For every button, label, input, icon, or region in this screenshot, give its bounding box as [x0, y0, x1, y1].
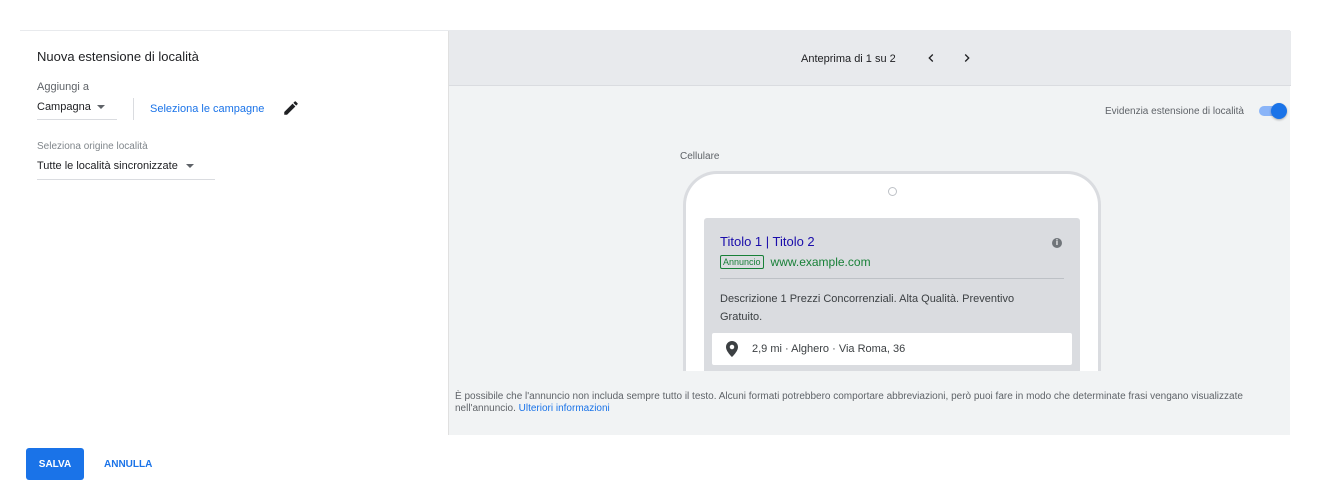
ad-url-row: Annuncio www.example.com — [720, 255, 871, 269]
toggle-thumb — [1271, 103, 1287, 119]
device-label: Cellulare — [680, 151, 720, 162]
panel-title: Nuova estensione di località — [37, 49, 199, 64]
dropdown-arrow-icon — [96, 105, 105, 109]
ad-headline: Titolo 1 | Titolo 2 — [720, 234, 815, 249]
location-extension-editor: Nuova estensione di località Aggiungi a … — [20, 30, 1291, 435]
add-to-label: Aggiungi a — [37, 81, 89, 93]
location-extension: 2,9 mi · Alghero · Via Roma, 36 — [712, 333, 1072, 365]
origin-select[interactable]: Tutte le località sincronizzate — [37, 160, 215, 180]
chevron-right-icon[interactable] — [959, 50, 975, 66]
ad-badge: Annuncio — [720, 255, 764, 269]
location-text: 2,9 mi · Alghero · Via Roma, 36 — [752, 343, 906, 355]
ad-divider — [720, 278, 1064, 279]
divider — [133, 98, 134, 120]
camera-icon — [888, 187, 897, 196]
phone-mockup: Titolo 1 | Titolo 2 i Annuncio www.examp… — [683, 171, 1101, 371]
highlight-toggle-label: Evidenzia estensione di località — [1105, 106, 1244, 117]
ad-preview: Titolo 1 | Titolo 2 i Annuncio www.examp… — [704, 218, 1080, 371]
save-button[interactable]: SALVA — [26, 448, 84, 480]
chevron-left-icon[interactable] — [923, 50, 939, 66]
ad-description: Descrizione 1 Prezzi Concorrenziali. Alt… — [720, 293, 1015, 323]
preview-panel: Anteprima di 1 su 2 Evidenzia estensione… — [448, 31, 1291, 435]
add-to-select[interactable]: Campagna — [37, 101, 117, 120]
ad-display-url: www.example.com — [770, 255, 871, 269]
add-to-value: Campagna — [37, 101, 91, 113]
origin-label: Seleziona origine località — [37, 141, 148, 152]
disclaimer: È possibile che l'annuncio non includa s… — [455, 391, 1289, 415]
settings-panel: Nuova estensione di località Aggiungi a … — [20, 31, 448, 435]
preview-counter: Anteprima di 1 su 2 — [801, 53, 896, 65]
pencil-icon[interactable] — [282, 99, 300, 117]
dropdown-arrow-icon — [185, 164, 194, 168]
info-icon[interactable]: i — [1052, 238, 1062, 248]
learn-more-link[interactable]: Ulteriori informazioni — [519, 403, 610, 414]
select-campaigns-link[interactable]: Seleziona le campagne — [150, 103, 264, 115]
preview-header: Anteprima di 1 su 2 — [449, 31, 1291, 86]
origin-value: Tutte le località sincronizzate — [37, 160, 178, 172]
map-pin-icon — [726, 341, 738, 357]
highlight-toggle[interactable] — [1259, 103, 1287, 119]
cancel-button[interactable]: ANNULLA — [100, 448, 156, 480]
